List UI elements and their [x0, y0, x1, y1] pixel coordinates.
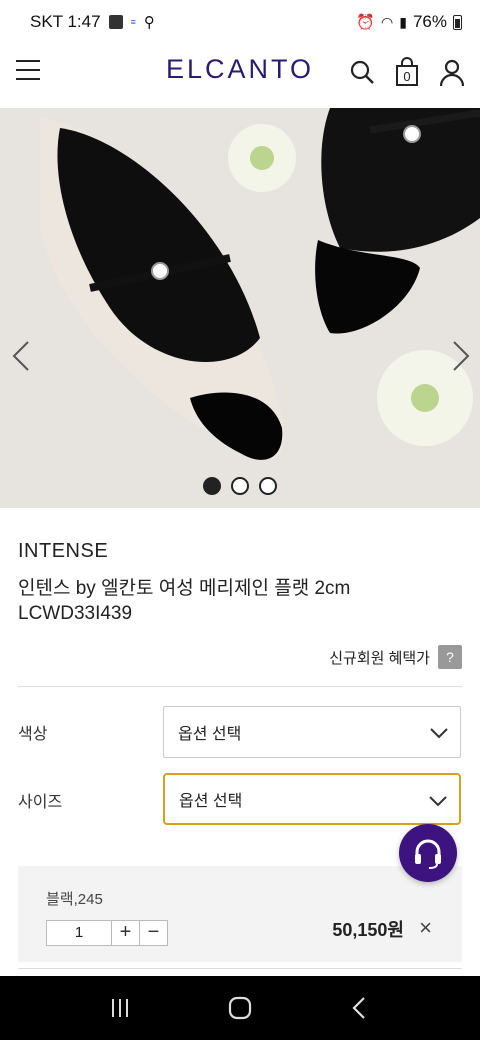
cart-icon[interactable]: 0	[392, 56, 422, 90]
quantity-stepper: 1 + −	[46, 920, 168, 946]
size-label: 사이즈	[18, 794, 63, 811]
color-label: 색상	[18, 726, 48, 743]
back-icon[interactable]	[340, 988, 380, 1028]
product-title: 인텐스 by 엘칸토 여성 메리제인 플랫 2cm LCWD33I439	[18, 578, 351, 624]
site-header: ELCANTO 0	[0, 44, 480, 108]
product-image	[0, 108, 480, 508]
status-bar: SKT 1:47 ≡ ⚲ ⏰ ◠ ▮ 76%	[0, 0, 480, 44]
quantity-plus-button[interactable]: +	[112, 920, 140, 946]
battery-level: 76%	[412, 12, 447, 31]
quantity-minus-button[interactable]: −	[140, 920, 168, 946]
product-brand[interactable]: INTENSE	[18, 540, 108, 563]
alarm-icon: ⏰	[356, 14, 376, 31]
gallery-icon	[108, 15, 123, 29]
divider	[18, 686, 462, 687]
help-icon[interactable]: ?	[438, 645, 462, 669]
carousel-dot-3[interactable]	[259, 477, 277, 495]
system-nav-bar	[0, 976, 480, 1040]
carousel-indicators	[0, 477, 480, 495]
carousel-prev-icon[interactable]	[8, 338, 38, 374]
chevron-down-icon	[429, 796, 447, 807]
customer-support-button[interactable]	[399, 824, 457, 882]
selected-option-box: 블랙,245 1 + − 50,150원 ×	[18, 866, 462, 962]
headset-icon	[415, 839, 441, 869]
color-select-value: 옵션 선택	[178, 726, 242, 743]
battery-icon	[453, 14, 462, 30]
selected-option-name: 블랙,245	[46, 891, 103, 908]
chevron-down-icon	[430, 728, 448, 739]
item-price: 50,150원	[332, 920, 404, 940]
home-icon[interactable]	[220, 988, 260, 1028]
member-benefit[interactable]: 신규회원 혜택가 ?	[329, 645, 462, 669]
person-icon: ⚲	[143, 14, 155, 31]
carrier-time: SKT 1:47	[30, 12, 101, 31]
size-select-value: 옵션 선택	[179, 793, 243, 810]
recent-apps-icon[interactable]	[100, 988, 140, 1028]
remove-item-button[interactable]: ×	[419, 915, 432, 941]
carousel-next-icon[interactable]	[444, 338, 474, 374]
size-select[interactable]: 옵션 선택	[163, 773, 461, 825]
signal-icon: ▮	[399, 13, 407, 30]
search-icon[interactable]	[347, 56, 377, 90]
wifi-icon: ◠	[381, 13, 394, 30]
divider	[18, 968, 462, 969]
quantity-input[interactable]: 1	[46, 920, 112, 946]
app-notification-icon: ≡	[130, 17, 136, 27]
carousel-dot-2[interactable]	[231, 477, 249, 495]
cart-count: 0	[403, 69, 411, 84]
account-icon[interactable]	[437, 56, 467, 90]
color-select[interactable]: 옵션 선택	[163, 706, 461, 758]
benefit-label: 신규회원 혜택가	[329, 649, 430, 667]
carousel-dot-1[interactable]	[203, 477, 221, 495]
product-image-carousel[interactable]	[0, 108, 480, 508]
